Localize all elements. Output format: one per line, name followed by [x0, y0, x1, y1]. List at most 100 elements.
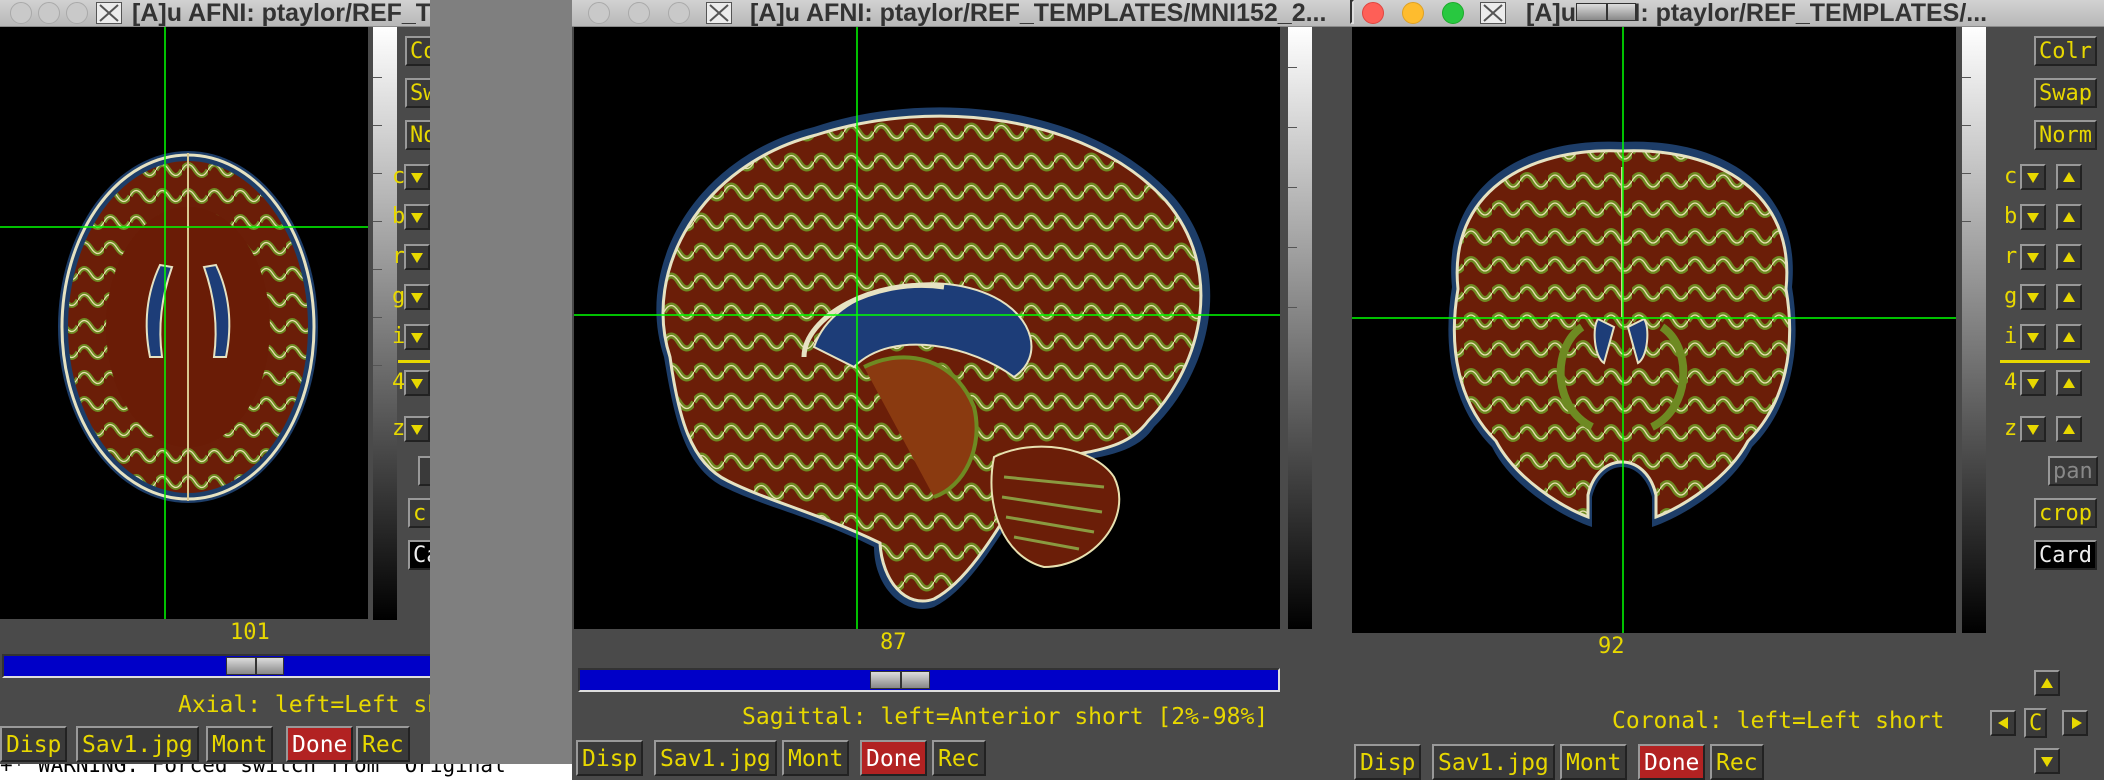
x11-app-icon: [1480, 2, 1506, 24]
title-bar[interactable]: [A]u AFNI: ptaylor/REF_TEMPLATES/MNI152_…: [572, 0, 1350, 27]
minimize-icon[interactable]: [628, 2, 650, 24]
control-label-g: g: [2004, 284, 2018, 309]
orientation-label: Axial: left=Left short: [178, 692, 430, 718]
c-down-arrow[interactable]: [2020, 164, 2046, 190]
axial-viewer-window: [A]u AFNI: ptaylor/REF_TE...: [0, 0, 430, 764]
axial-image-view[interactable]: [0, 27, 368, 619]
c-down-arrow[interactable]: [404, 164, 430, 190]
sagittal-image-view[interactable]: [574, 27, 1280, 629]
control-label-4: 4: [2004, 370, 2018, 395]
gray-tick: [1288, 127, 1297, 128]
coronal-image-view[interactable]: [1352, 27, 1956, 633]
toggle-c[interactable]: C: [2024, 708, 2048, 738]
done-button[interactable]: Done: [286, 726, 354, 762]
pan-button[interactable]: [418, 456, 430, 486]
terminal-warning-text: +* WARNING: Forced switch from 'Original…: [0, 764, 519, 777]
control-label-i: i: [2004, 324, 2018, 349]
toggle-right-arrow[interactable]: [2062, 710, 2088, 736]
b-down-arrow[interactable]: [404, 204, 430, 230]
gray-tick: [1288, 67, 1297, 68]
gray-tick: [373, 317, 382, 318]
minimize-icon[interactable]: [38, 2, 60, 24]
g-down-arrow[interactable]: [2020, 284, 2046, 310]
disp-button[interactable]: Disp: [576, 740, 644, 776]
rec-button[interactable]: Rec: [356, 726, 410, 762]
4-up-arrow[interactable]: [2056, 370, 2082, 396]
colr-button[interactable]: Co: [405, 36, 430, 66]
grayscale-bar[interactable]: [1962, 27, 1986, 633]
mont-button[interactable]: Mont: [782, 740, 850, 776]
slider-thumb[interactable]: [870, 671, 930, 689]
disp-button[interactable]: Disp: [1354, 744, 1422, 780]
b-up-arrow[interactable]: [2056, 204, 2082, 230]
window-title: [A]u AFNI: ptaylor/REF_TE...: [132, 0, 430, 27]
norm-button[interactable]: Norm: [2034, 120, 2097, 150]
gray-tick: [1962, 221, 1971, 222]
r-up-arrow[interactable]: [2056, 244, 2082, 270]
swap-button[interactable]: Sw: [405, 78, 430, 108]
r-down-arrow[interactable]: [2020, 244, 2046, 270]
control-divider: [398, 360, 430, 363]
4-down-arrow[interactable]: [404, 370, 430, 396]
zoom-icon[interactable]: [1442, 2, 1464, 24]
pan-button[interactable]: pan: [2048, 456, 2098, 486]
close-icon[interactable]: [1362, 2, 1384, 24]
card-button[interactable]: Ca: [408, 540, 430, 570]
slice-slider[interactable]: [1350, 0, 1636, 24]
zoom-icon[interactable]: [668, 2, 690, 24]
save-button[interactable]: Sav1.jpg: [654, 740, 777, 776]
title-bar[interactable]: [A]u AFNI: ptaylor/REF_TE...: [0, 0, 430, 27]
sagittal-viewer-window: [A]u AFNI: ptaylor/REF_TEMPLATES/MNI152_…: [572, 0, 1350, 780]
4-down-arrow[interactable]: [2020, 370, 2046, 396]
control-label-r: r: [2004, 244, 2018, 269]
c-up-arrow[interactable]: [2056, 164, 2082, 190]
b-down-arrow[interactable]: [2020, 204, 2046, 230]
slider-up-arrow[interactable]: [2034, 670, 2060, 696]
g-down-arrow[interactable]: [404, 284, 430, 310]
zoom-icon[interactable]: [66, 2, 88, 24]
rec-button[interactable]: Rec: [1710, 744, 1764, 780]
slider-thumb[interactable]: [1576, 3, 1636, 21]
save-button[interactable]: Sav1.jpg: [1432, 744, 1555, 780]
r-down-arrow[interactable]: [404, 244, 430, 270]
slider-thumb[interactable]: [226, 657, 284, 675]
i-down-arrow[interactable]: [404, 324, 430, 350]
orientation-label: Coronal: left=Left short: [1612, 708, 1945, 734]
slice-slider[interactable]: [2, 654, 430, 678]
z-down-arrow[interactable]: [404, 416, 430, 442]
crop-button[interactable]: cr: [408, 498, 430, 528]
close-icon[interactable]: [588, 2, 610, 24]
gray-tick: [373, 173, 382, 174]
norm-button[interactable]: No: [405, 120, 430, 150]
g-up-arrow[interactable]: [2056, 284, 2082, 310]
window-title: [A]u AFNI: ptaylor/REF_TEMPLATES/MNI152_…: [750, 0, 1327, 27]
toggle-left-arrow[interactable]: [1990, 710, 2016, 736]
colr-button[interactable]: Colr: [2034, 36, 2097, 66]
z-down-arrow[interactable]: [2020, 416, 2046, 442]
z-up-arrow[interactable]: [2056, 416, 2082, 442]
grayscale-bar[interactable]: [1288, 27, 1312, 629]
i-up-arrow[interactable]: [2056, 324, 2082, 350]
gray-tick: [1288, 187, 1297, 188]
rec-button[interactable]: Rec: [932, 740, 986, 776]
card-button[interactable]: Card: [2034, 540, 2097, 570]
mont-button[interactable]: Mont: [206, 726, 274, 762]
mont-button[interactable]: Mont: [1560, 744, 1628, 780]
control-label-z: z: [2004, 416, 2018, 441]
close-icon[interactable]: [10, 2, 32, 24]
minimize-icon[interactable]: [1402, 2, 1424, 24]
rec-down-arrow[interactable]: [2034, 748, 2060, 774]
done-button[interactable]: Done: [860, 740, 928, 776]
gray-tick: [373, 365, 382, 366]
gray-tick: [1962, 77, 1971, 78]
i-down-arrow[interactable]: [2020, 324, 2046, 350]
slice-number: 87: [880, 630, 907, 655]
gray-tick: [1288, 247, 1297, 248]
title-bar[interactable]: [A]u AFNI: ptaylor/REF_TEMPLATES/...: [1350, 0, 2104, 27]
save-button[interactable]: Sav1.jpg: [76, 726, 199, 762]
swap-button[interactable]: Swap: [2034, 78, 2097, 108]
disp-button[interactable]: Disp: [0, 726, 68, 762]
done-button[interactable]: Done: [1638, 744, 1706, 780]
slice-slider[interactable]: [578, 668, 1280, 692]
crop-button[interactable]: crop: [2034, 498, 2097, 528]
